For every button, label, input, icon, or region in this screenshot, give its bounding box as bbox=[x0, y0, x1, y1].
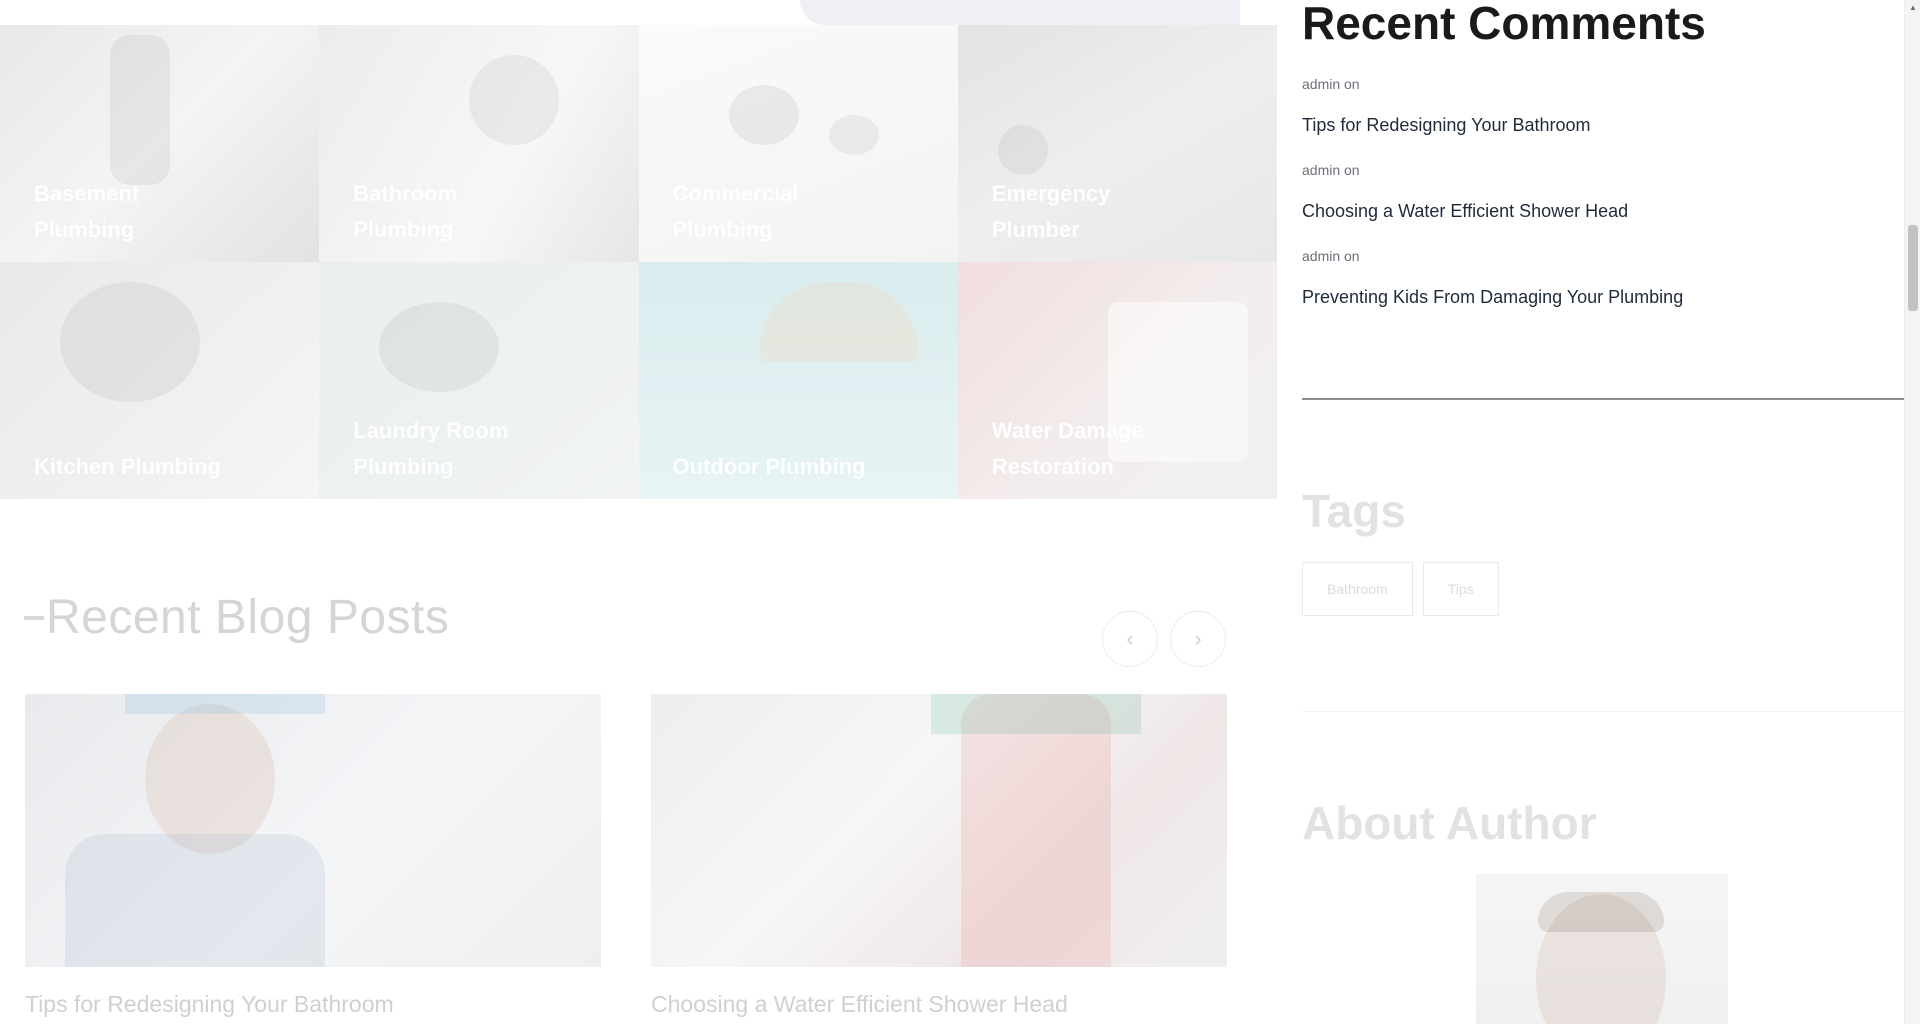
service-tile-basement[interactable]: Basement Plumbing bbox=[0, 25, 320, 262]
service-label: Bathroom Plumbing bbox=[353, 181, 458, 242]
service-label: Water Damage Restoration bbox=[991, 418, 1144, 479]
services-grid: Basement Plumbing Bathroom Plumbing Comm… bbox=[0, 25, 1277, 499]
tags-title: Tags bbox=[1302, 485, 1406, 537]
service-label: Basement Plumbing bbox=[34, 181, 140, 242]
author-avatar bbox=[1476, 874, 1728, 1024]
blog-section-title: Recent Blog Posts bbox=[46, 591, 450, 644]
tile-image bbox=[379, 302, 500, 392]
blog-post-card[interactable]: Tips for Redesigning Your Bathroom bbox=[25, 694, 601, 1018]
tile-image bbox=[758, 282, 919, 362]
sidebar: Recent Comments admin on Tips for Redesi… bbox=[1302, 0, 1904, 1024]
comment-meta: admin on bbox=[1302, 76, 1360, 92]
comment-item: admin on Preventing Kids From Damaging Y… bbox=[1302, 248, 1862, 334]
tile-image bbox=[60, 282, 200, 402]
main-content: Basement Plumbing Bathroom Plumbing Comm… bbox=[0, 0, 1277, 1024]
comment-post-link[interactable]: Preventing Kids From Damaging Your Plumb… bbox=[1302, 287, 1862, 308]
tile-image bbox=[997, 125, 1048, 175]
blog-post-card[interactable]: Choosing a Water Efficient Shower Head bbox=[651, 694, 1227, 1018]
blog-post-title[interactable]: Choosing a Water Efficient Shower Head bbox=[651, 991, 1227, 1018]
about-author-title: About Author bbox=[1302, 797, 1597, 849]
service-tile-emergency[interactable]: Emergency Plumber bbox=[957, 25, 1277, 262]
tile-image bbox=[828, 115, 879, 155]
service-label: Emergency Plumber bbox=[991, 181, 1111, 242]
hydrant-top bbox=[931, 694, 1141, 734]
sidebar-divider bbox=[1302, 711, 1904, 712]
service-label: Laundry Room Plumbing bbox=[353, 418, 509, 479]
person-body bbox=[65, 834, 325, 967]
service-tile-outdoor[interactable]: Outdoor Plumbing bbox=[638, 262, 958, 499]
chevron-left-icon: ‹ bbox=[1126, 626, 1134, 651]
tile-image bbox=[110, 35, 170, 185]
service-tile-kitchen[interactable]: Kitchen Plumbing bbox=[0, 262, 320, 499]
blog-post-image[interactable] bbox=[651, 694, 1227, 967]
chevron-right-icon: › bbox=[1194, 626, 1202, 651]
comment-post-link[interactable]: Choosing a Water Efficient Shower Head bbox=[1302, 201, 1862, 222]
vertical-scrollbar[interactable]: ▲ bbox=[1904, 0, 1920, 1024]
hydrant-shape bbox=[961, 694, 1111, 967]
service-label: Commercial Plumbing bbox=[672, 181, 799, 242]
scroll-up-arrow-icon[interactable]: ▲ bbox=[1905, 0, 1920, 14]
service-label: Kitchen Plumbing bbox=[34, 454, 221, 479]
header-image-edge bbox=[800, 0, 1240, 25]
sidebar-divider bbox=[1302, 398, 1904, 400]
comment-meta: admin on bbox=[1302, 162, 1360, 178]
recent-comments-title: Recent Comments bbox=[1302, 0, 1706, 49]
tag-cloud: Bathroom Tips bbox=[1302, 562, 1499, 616]
blog-post-title[interactable]: Tips for Redesigning Your Bathroom bbox=[25, 991, 601, 1018]
scrollbar-thumb[interactable] bbox=[1908, 225, 1918, 311]
comment-item: admin on Choosing a Water Efficient Show… bbox=[1302, 162, 1862, 248]
service-tile-laundry[interactable]: Laundry Room Plumbing bbox=[319, 262, 639, 499]
tile-image bbox=[469, 55, 560, 145]
carousel-prev-button[interactable]: ‹ bbox=[1102, 611, 1158, 667]
comment-item: admin on Tips for Redesigning Your Bathr… bbox=[1302, 76, 1862, 162]
tag-tips[interactable]: Tips bbox=[1422, 562, 1499, 616]
service-tile-commercial[interactable]: Commercial Plumbing bbox=[638, 25, 958, 262]
blog-section-heading: Recent Blog Posts bbox=[24, 590, 449, 645]
blog-post-image[interactable] bbox=[25, 694, 601, 967]
service-tile-water-damage[interactable]: Water Damage Restoration bbox=[957, 262, 1277, 499]
author-hair bbox=[1538, 892, 1664, 932]
tile-image bbox=[728, 85, 799, 145]
heading-dash bbox=[24, 615, 44, 620]
comment-meta: admin on bbox=[1302, 248, 1360, 264]
top-strip bbox=[0, 0, 1277, 25]
carousel-next-button[interactable]: › bbox=[1170, 611, 1226, 667]
recent-comments-list: admin on Tips for Redesigning Your Bathr… bbox=[1302, 76, 1862, 334]
comment-post-link[interactable]: Tips for Redesigning Your Bathroom bbox=[1302, 115, 1862, 136]
service-label: Outdoor Plumbing bbox=[672, 454, 866, 479]
tag-bathroom[interactable]: Bathroom bbox=[1302, 562, 1413, 616]
person-figure bbox=[145, 704, 275, 854]
service-tile-bathroom[interactable]: Bathroom Plumbing bbox=[319, 25, 639, 262]
pipe-shape bbox=[125, 694, 325, 714]
